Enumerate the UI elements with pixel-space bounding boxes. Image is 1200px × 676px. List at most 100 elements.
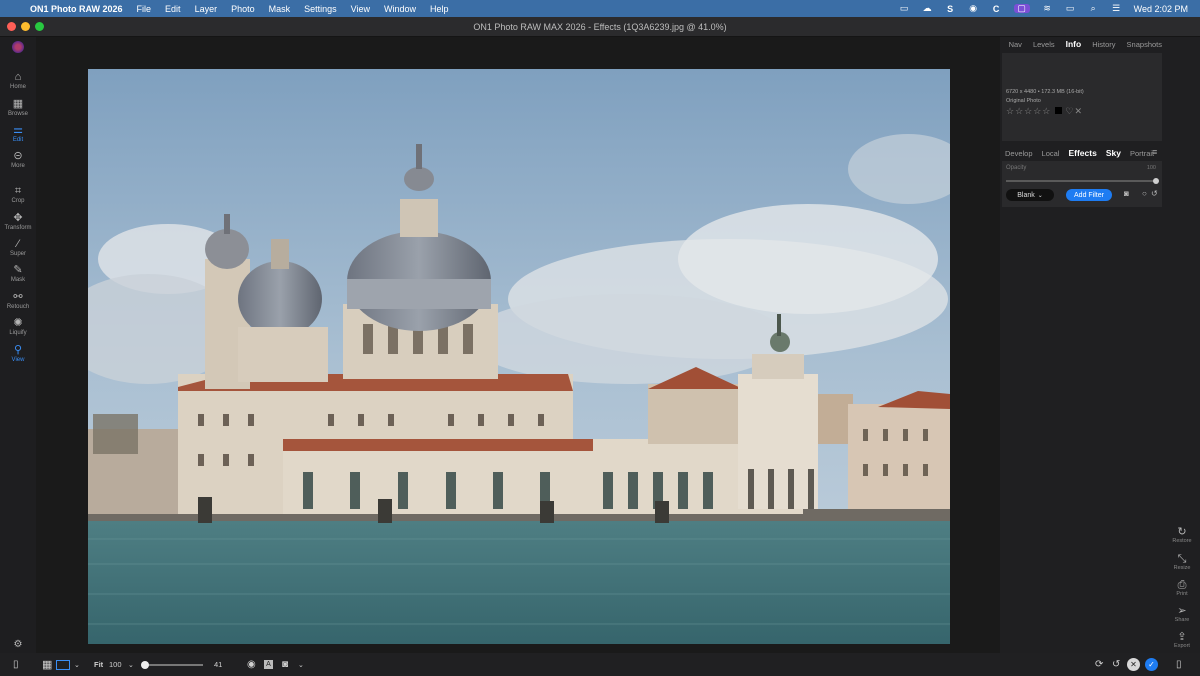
tab-info[interactable]: Info: [1066, 39, 1082, 49]
menu-window[interactable]: Window: [384, 4, 416, 14]
tool-home[interactable]: ⌂ Home: [0, 71, 36, 90]
sliders-icon: ⚌: [13, 124, 23, 136]
tab-effects[interactable]: Effects: [1068, 148, 1096, 158]
menu-app-name[interactable]: ON1 Photo RAW 2026: [30, 4, 123, 14]
tool-browse[interactable]: ▦ Browse: [0, 98, 36, 117]
magnifier-icon: ⚲: [13, 344, 23, 356]
menu-file[interactable]: File: [137, 4, 152, 14]
tab-levels[interactable]: Levels: [1033, 40, 1055, 49]
window-titlebar: ON1 Photo RAW MAX 2026 - Effects (1Q3A62…: [0, 17, 1200, 37]
auto-icon[interactable]: A: [264, 653, 273, 676]
settings-tool[interactable]: ⚙: [0, 639, 36, 652]
tool-edit[interactable]: ⚌ Edit: [0, 124, 36, 143]
display-icon[interactable]: ▭: [899, 3, 910, 13]
photo-canvas[interactable]: [88, 69, 950, 644]
minimize-window-button[interactable]: [21, 22, 30, 31]
close-window-button[interactable]: [7, 22, 16, 31]
tool-crop[interactable]: ⌗ Crop: [0, 185, 36, 204]
s-app-icon[interactable]: S: [945, 4, 956, 14]
image-dimensions: 6720 x 4480 • 172.3 MB (16-bit): [1006, 89, 1084, 95]
tool-export[interactable]: ⇪ Export: [1168, 631, 1196, 649]
chevron-down-icon: ⌄: [1037, 192, 1043, 199]
zoom-window-button[interactable]: [35, 22, 44, 31]
status-area: ▭ ☁ S ◉ C ▢ ≋ ▭ ⌕ ☰ Wed 2:02 PM: [899, 0, 1188, 17]
undo-icon[interactable]: ↺: [1112, 653, 1120, 676]
brush-icon: ✎: [13, 264, 23, 276]
add-filter-button[interactable]: Add Filter: [1066, 189, 1112, 201]
tab-sky[interactable]: Sky: [1106, 148, 1121, 158]
info-tabs: Nav Levels Info History Snapshots: [1000, 37, 1200, 51]
tool-liquify[interactable]: ✺ Liquify: [0, 317, 36, 336]
c-app-icon[interactable]: C: [991, 4, 1002, 14]
panel-toggle-icon[interactable]: ▯: [13, 653, 19, 676]
fit-button[interactable]: Fit: [94, 653, 103, 676]
move-icon: ✥: [13, 212, 23, 224]
mask-view-chevron-icon[interactable]: ⌄: [298, 653, 304, 676]
tab-nav[interactable]: Nav: [1009, 40, 1022, 49]
grid-view-icon[interactable]: ▦: [42, 653, 52, 676]
right-panel-toggle-icon[interactable]: ▯: [1176, 653, 1182, 676]
tool-view[interactable]: ⚲ View: [0, 344, 36, 363]
menu-edit[interactable]: Edit: [165, 4, 181, 14]
tab-history[interactable]: History: [1092, 40, 1115, 49]
cloud-icon[interactable]: ☁: [922, 3, 933, 13]
on1-logo-icon[interactable]: [12, 41, 24, 53]
liquify-icon: ✺: [13, 317, 23, 329]
visibility-icon[interactable]: ○: [1142, 189, 1147, 198]
resize-icon: ⤡: [1177, 553, 1187, 565]
blank-preset-dropdown[interactable]: Blank ⌄: [1006, 189, 1054, 201]
clock[interactable]: Wed 2:02 PM: [1134, 4, 1188, 14]
tab-portrait[interactable]: Portrait: [1130, 149, 1154, 158]
tool-print[interactable]: ⎙ Print: [1168, 579, 1196, 597]
tool-transform[interactable]: ✥ Transform: [0, 212, 36, 231]
zoom-slider[interactable]: [141, 661, 203, 669]
opacity-slider[interactable]: [1006, 178, 1159, 184]
tab-local[interactable]: Local: [1042, 149, 1060, 158]
bandage-icon: ⚯: [13, 291, 23, 303]
opacity-label: Opacity: [1006, 165, 1027, 171]
browser-icon[interactable]: ◉: [968, 3, 979, 13]
window-title: ON1 Photo RAW MAX 2026 - Effects (1Q3A62…: [473, 21, 727, 32]
tool-super[interactable]: ⁄ Super: [0, 238, 36, 257]
tool-more[interactable]: ⊝ More: [0, 150, 36, 169]
zoom-chevron-icon[interactable]: ⌄: [128, 653, 134, 676]
reset-icon[interactable]: ↺: [1151, 189, 1158, 198]
zoom-value[interactable]: 100: [109, 653, 122, 676]
tool-share[interactable]: ➢ Share: [1168, 605, 1196, 623]
apply-button[interactable]: ✓: [1145, 653, 1158, 676]
eye-icon[interactable]: ◉: [247, 653, 256, 676]
compare-icon[interactable]: [56, 653, 70, 676]
battery-icon[interactable]: ▭: [1065, 3, 1076, 13]
control-center-icon[interactable]: ☰: [1111, 3, 1122, 13]
apple-icon[interactable]: [10, 3, 22, 15]
screen-share-icon[interactable]: ▢: [1013, 3, 1030, 13]
cancel-button[interactable]: ✕: [1127, 653, 1140, 676]
zoom-slider-knob[interactable]: [141, 661, 149, 669]
menu-layer[interactable]: Layer: [195, 4, 218, 14]
menu-help[interactable]: Help: [430, 4, 449, 14]
check-icon: ✓: [1145, 658, 1158, 671]
tool-resize[interactable]: ⤡ Resize: [1168, 553, 1196, 571]
tab-develop[interactable]: Develop: [1005, 149, 1033, 158]
tool-restore[interactable]: ↻ Restore: [1168, 526, 1196, 544]
mask-icon[interactable]: ◙: [1124, 189, 1129, 198]
wifi-icon[interactable]: ≋: [1042, 3, 1053, 13]
tab-snapshots[interactable]: Snapshots: [1127, 40, 1162, 49]
menu-photo[interactable]: Photo: [231, 4, 255, 14]
menu-settings[interactable]: Settings: [304, 4, 337, 14]
panel-menu-icon[interactable]: ≡: [1152, 147, 1157, 157]
venice-photo: [88, 69, 950, 644]
menu-view[interactable]: View: [351, 4, 370, 14]
opacity-slider-knob[interactable]: [1153, 178, 1159, 184]
tool-retouch[interactable]: ⚯ Retouch: [0, 291, 36, 310]
menu-mask[interactable]: Mask: [269, 4, 291, 14]
mask-view-icon[interactable]: ◙: [282, 653, 288, 676]
star-rating[interactable]: ☆☆☆☆☆ ♡✕: [1006, 106, 1083, 117]
color-label-icon[interactable]: [1054, 107, 1062, 114]
refresh-icon[interactable]: ⟳: [1095, 653, 1103, 676]
reject-icon[interactable]: ✕: [1074, 106, 1083, 116]
search-icon[interactable]: ⌕: [1088, 3, 1099, 13]
view-mode-chevron-icon[interactable]: ⌄: [74, 653, 80, 676]
more-icon: ⊝: [13, 150, 23, 162]
tool-mask[interactable]: ✎ Mask: [0, 264, 36, 283]
